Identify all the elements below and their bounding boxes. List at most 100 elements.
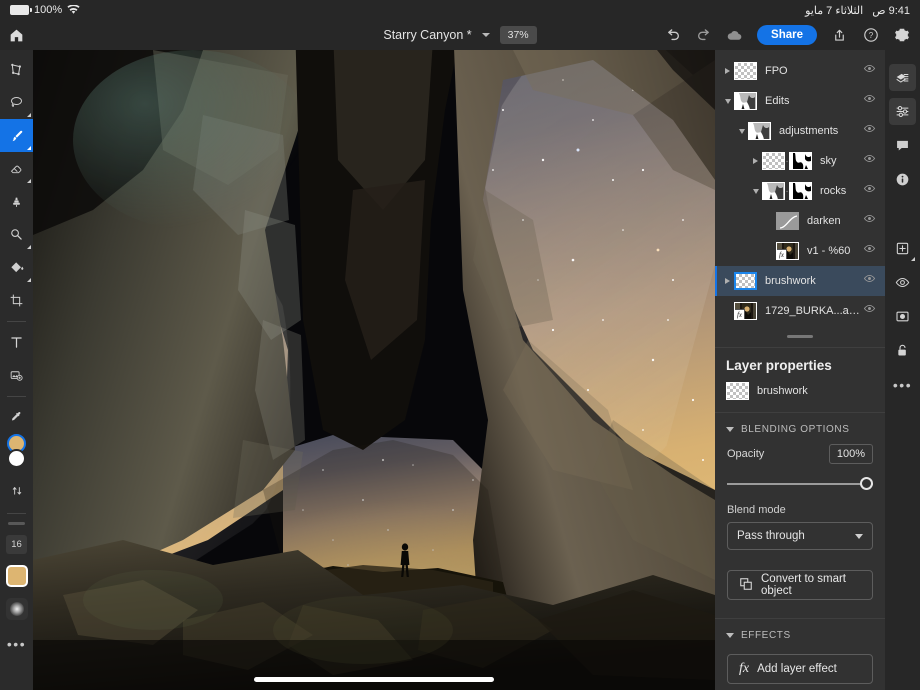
opacity-value-field[interactable]: 100% — [829, 444, 873, 464]
eye-visible-icon[interactable] — [863, 302, 885, 320]
rail-divider — [7, 396, 26, 397]
layer-thumbnail[interactable] — [748, 122, 771, 140]
ios-status-bar: 100% 9:41 ص الثلاثاء 7 مايو — [0, 0, 920, 20]
brush-size-value[interactable]: 16 — [6, 535, 27, 554]
brush-size-slider[interactable] — [8, 522, 25, 525]
layer-row[interactable]: FPO — [715, 56, 885, 86]
layer-list: FPO Editsadjustments·sky·rocksdarken fx v1 … — [715, 56, 885, 326]
layer-row[interactable]: fx v1 - %60 — [715, 236, 885, 266]
layer-thumbnail[interactable] — [734, 62, 757, 80]
layer-row[interactable]: fx1729_BURKA...anced-NR33 — [715, 296, 885, 326]
add-layer-button[interactable] — [889, 235, 916, 262]
status-bar-left: 100% — [0, 4, 80, 16]
layer-expand-toggle[interactable] — [721, 278, 734, 284]
blending-options-label: BLENDING OPTIONS — [741, 424, 850, 435]
type-tool[interactable] — [0, 326, 33, 359]
page-title: Starry Canyon * — [383, 28, 471, 42]
layer-expand-toggle[interactable] — [721, 68, 734, 74]
chevron-down-icon[interactable] — [482, 33, 490, 37]
eye-visible-icon[interactable] — [863, 182, 885, 200]
layer-row[interactable]: Edits — [715, 86, 885, 116]
layer-thumbnail[interactable] — [734, 272, 757, 290]
layer-thumbnail[interactable] — [762, 182, 785, 200]
convert-to-smart-object-label: Convert to smart object — [761, 573, 861, 597]
eye-visible-icon[interactable] — [863, 62, 885, 80]
effects-hint: Try adding a stroke or a drop shadow. — [715, 684, 885, 690]
eye-visible-icon[interactable] — [863, 212, 885, 230]
layer-thumbnail — [726, 382, 749, 400]
document-title-group[interactable]: Starry Canyon * 37% — [0, 26, 920, 44]
layer-row[interactable]: ·sky — [715, 146, 885, 176]
layer-mask-thumbnail[interactable] — [789, 182, 812, 200]
eye-visible-icon[interactable] — [863, 242, 885, 260]
adjustments-panel-button[interactable] — [889, 98, 916, 125]
rail-divider — [7, 513, 26, 514]
add-layer-effect-button[interactable]: fx Add layer effect — [727, 654, 873, 684]
chevron-right-icon — [725, 278, 730, 284]
layer-name: FPO — [765, 65, 788, 77]
layer-expand-toggle[interactable] — [721, 99, 734, 104]
status-bar-date: الثلاثاء 7 مايو — [805, 4, 863, 17]
image-canvas[interactable] — [33, 20, 715, 690]
add-mask-button[interactable] — [889, 303, 916, 330]
background-color-swatch[interactable] — [7, 449, 26, 468]
layers-panel: Layers FPOEditsadjustments·sky·rocksdark… — [715, 20, 885, 690]
eraser-tool[interactable] — [0, 152, 33, 185]
layer-name: v1 - %60 — [807, 245, 850, 257]
eye-visible-icon[interactable] — [863, 92, 885, 110]
brush-tool[interactable] — [0, 119, 33, 152]
left-tool-rail: 16 ••• — [0, 20, 33, 690]
eye-visible-icon[interactable] — [863, 122, 885, 140]
blending-options-header[interactable]: BLENDING OPTIONS — [715, 413, 885, 444]
effects-header[interactable]: EFFECTS — [715, 619, 885, 650]
chevron-down-icon — [726, 633, 734, 638]
layer-comps-button[interactable] — [889, 64, 916, 91]
info-button[interactable] — [889, 166, 916, 193]
more-layer-options[interactable]: ••• — [889, 371, 916, 398]
layer-row[interactable]: brushwork — [715, 266, 885, 296]
clone-stamp-tool[interactable] — [0, 185, 33, 218]
lasso-tool[interactable] — [0, 86, 33, 119]
crop-tool[interactable] — [0, 284, 33, 317]
panel-drag-handle[interactable] — [787, 335, 813, 338]
color-swatches[interactable] — [0, 434, 33, 474]
layer-row[interactable]: adjustments — [715, 116, 885, 146]
status-bar-time: 9:41 ص — [872, 4, 910, 17]
layer-thumbnail[interactable] — [776, 212, 799, 230]
layer-thumbnail[interactable]: fx — [734, 302, 757, 320]
eye-visible-icon[interactable] — [863, 152, 885, 170]
comments-button[interactable] — [889, 132, 916, 159]
layer-row[interactable]: ·rocks — [715, 176, 885, 206]
zoom-level-chip[interactable]: 37% — [500, 26, 537, 44]
layer-thumbnail[interactable] — [734, 92, 757, 110]
home-indicator — [254, 677, 494, 682]
eyedropper-tool[interactable] — [0, 401, 33, 434]
layer-visibility-button[interactable] — [889, 269, 916, 296]
layer-expand-toggle[interactable] — [749, 189, 762, 194]
layer-mask-thumbnail[interactable] — [789, 152, 812, 170]
swap-colors-icon[interactable] — [0, 474, 33, 507]
place-image-tool[interactable] — [0, 359, 33, 392]
layer-name: rocks — [820, 185, 846, 197]
soft-round-brush-icon[interactable] — [6, 598, 28, 620]
blend-mode-select[interactable]: Pass through — [727, 522, 873, 550]
layer-expand-toggle[interactable] — [749, 158, 762, 164]
more-options-icon[interactable]: ••• — [0, 627, 33, 660]
eye-visible-icon[interactable] — [863, 272, 885, 290]
chevron-down-icon — [726, 427, 734, 432]
lock-layer-button[interactable] — [889, 337, 916, 364]
layer-expand-toggle[interactable] — [735, 129, 748, 134]
top-toolbar: Starry Canyon * 37% Share ? — [0, 20, 920, 50]
effects-label: EFFECTS — [741, 630, 791, 641]
tool-flyout-indicator — [911, 257, 915, 261]
convert-to-smart-object-button[interactable]: Convert to smart object — [727, 570, 873, 600]
opacity-slider[interactable] — [727, 477, 873, 491]
zoom-tool[interactable] — [0, 218, 33, 251]
active-color-square[interactable] — [6, 565, 28, 587]
transform-tool[interactable] — [0, 53, 33, 86]
layer-row[interactable]: darken — [715, 206, 885, 236]
layer-thumbnail[interactable]: fx — [776, 242, 799, 260]
fill-tool[interactable] — [0, 251, 33, 284]
layer-thumbnail[interactable] — [762, 152, 785, 170]
opacity-slider-knob[interactable] — [860, 477, 873, 490]
